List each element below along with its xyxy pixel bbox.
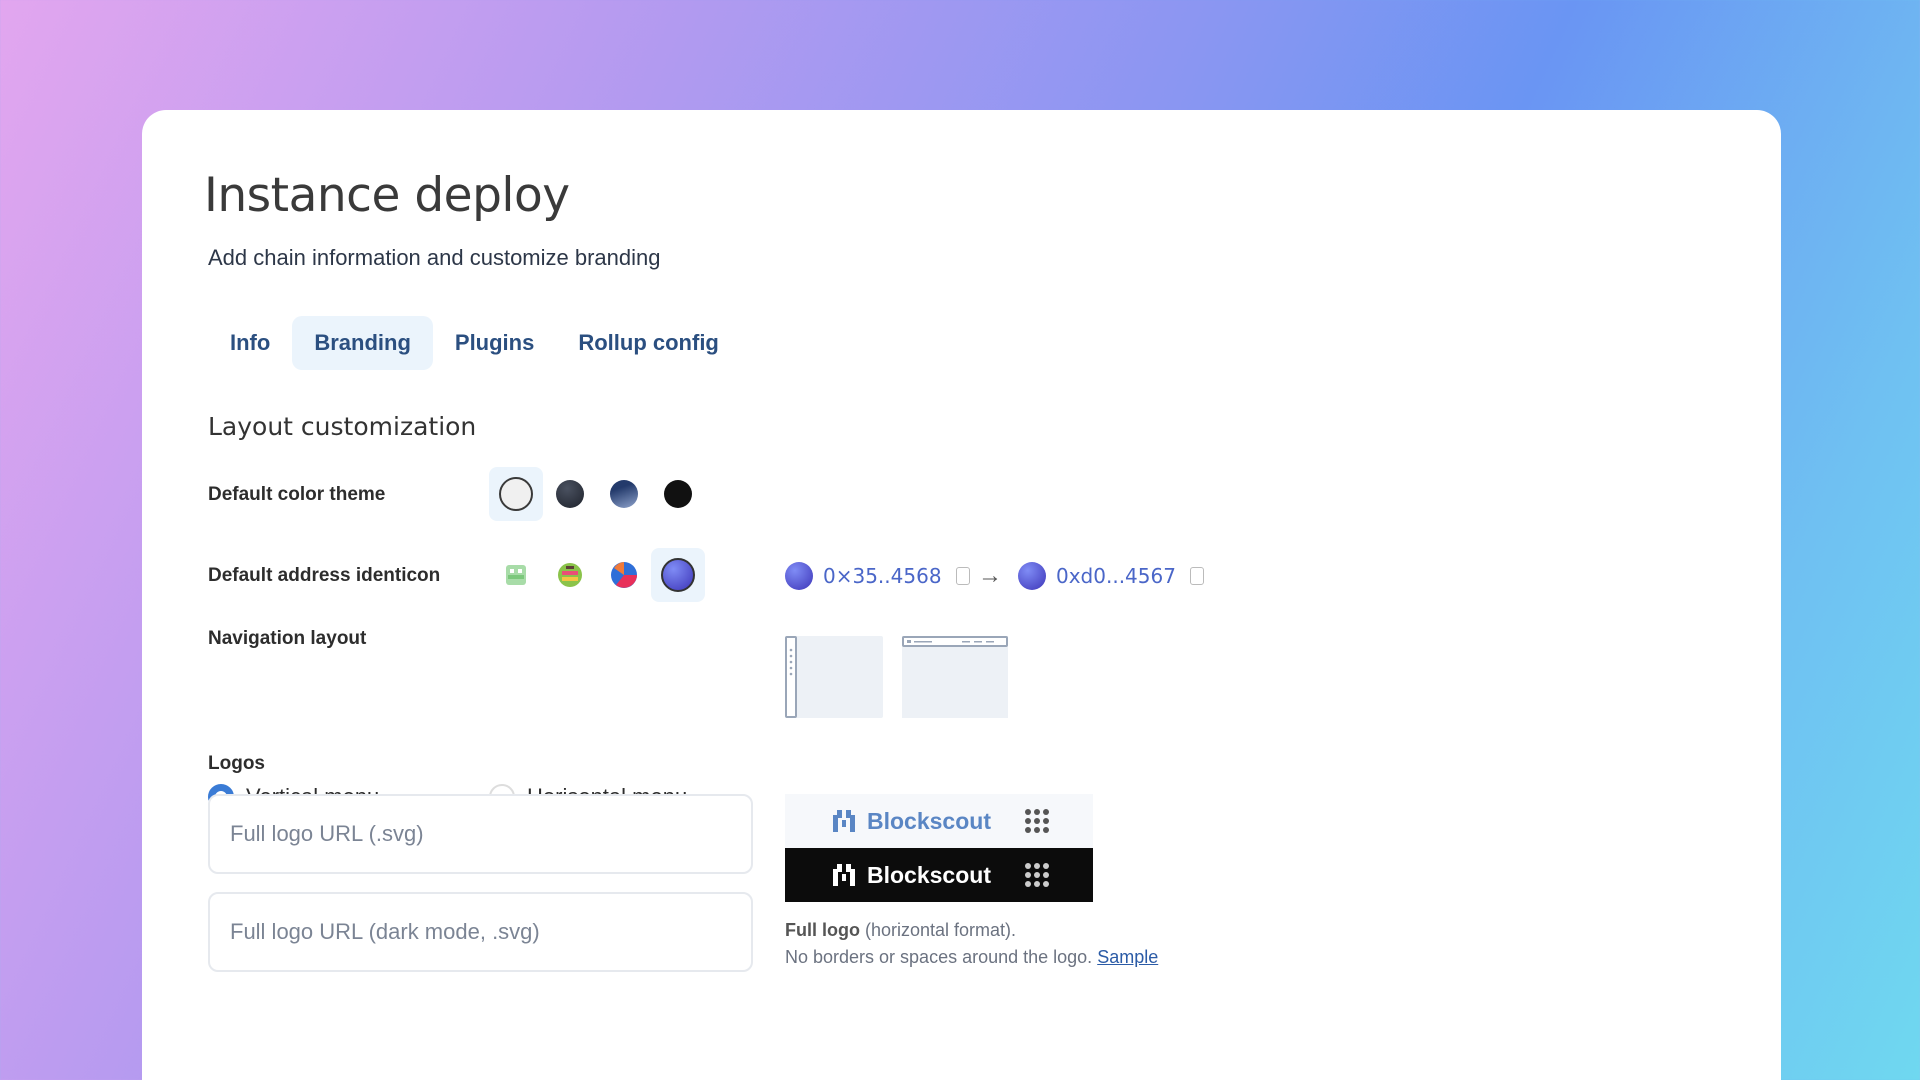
address-to: 0xd0...4567 xyxy=(1018,562,1204,590)
blockscout-logo-icon xyxy=(833,864,855,886)
address-from: 0×35..4568 xyxy=(785,562,970,590)
theme-dim-option[interactable] xyxy=(543,467,597,521)
horizontal-topbar-preview xyxy=(902,636,1008,647)
arrow-right-icon: → xyxy=(978,562,1002,589)
blockscout-logo-icon xyxy=(833,810,855,832)
color-theme-label: Default color theme xyxy=(208,484,386,505)
identicon-gradient-option[interactable] xyxy=(651,548,705,602)
logo-note-text: No borders or spaces around the logo. xyxy=(785,947,1093,967)
tab-bar: Info Branding Plugins Rollup config xyxy=(208,316,741,370)
logo-preview-light: Blockscout xyxy=(785,794,1093,848)
theme-midnight-swatch xyxy=(610,480,638,508)
address-avatar-icon xyxy=(785,562,813,590)
identicon-label: Default address identicon xyxy=(208,565,441,586)
tab-plugins[interactable]: Plugins xyxy=(433,316,556,370)
github-pixel-icon xyxy=(558,563,582,587)
color-theme-picker xyxy=(489,467,705,521)
theme-dark-swatch xyxy=(664,480,692,508)
menu-lines-icon xyxy=(907,640,994,643)
menu-dots-icon xyxy=(789,648,793,676)
identicon-blockie-option[interactable] xyxy=(597,548,651,602)
copy-icon[interactable] xyxy=(1189,567,1204,585)
logo-note-line1: Full logo (horizontal format). xyxy=(785,920,1016,941)
brand-name-light: Blockscout xyxy=(867,807,991,834)
tab-branding[interactable]: Branding xyxy=(292,316,433,370)
logo-note-rest: (horizontal format). xyxy=(859,920,1017,940)
tab-info[interactable]: Info xyxy=(208,316,292,370)
gradient-avatar-icon xyxy=(661,558,695,592)
theme-light-option[interactable] xyxy=(489,467,543,521)
deploy-card: Instance deploy Add chain information an… xyxy=(142,110,1781,1080)
logo-note-line2: No borders or spaces around the logo. Sa… xyxy=(785,947,1158,968)
vertical-sidebar-preview xyxy=(785,636,797,718)
navigation-layout-label: Navigation layout xyxy=(208,628,367,649)
logo-preview-dark: Blockscout xyxy=(785,848,1093,902)
page-subtitle: Add chain information and customize bran… xyxy=(208,245,661,270)
theme-dim-swatch xyxy=(556,480,584,508)
copy-icon[interactable] xyxy=(955,567,970,585)
logos-label: Logos xyxy=(208,753,265,774)
brand-name-dark: Blockscout xyxy=(867,861,991,888)
apps-grid-icon xyxy=(1025,809,1049,833)
blockie-icon xyxy=(611,562,637,588)
theme-dark-option[interactable] xyxy=(651,467,705,521)
identicon-github-option[interactable] xyxy=(543,548,597,602)
sample-link[interactable]: Sample xyxy=(1097,947,1158,967)
address-to-text: 0xd0...4567 xyxy=(1056,564,1176,588)
address-from-text: 0×35..4568 xyxy=(823,564,942,588)
apps-grid-icon xyxy=(1025,863,1049,887)
jazzicon-icon xyxy=(506,565,526,585)
vertical-layout-preview xyxy=(785,636,883,718)
page-title: Instance deploy xyxy=(204,168,570,223)
identicon-jazzicon-option[interactable] xyxy=(489,548,543,602)
full-logo-dark-url-input[interactable] xyxy=(208,892,753,972)
theme-light-swatch xyxy=(499,477,533,511)
section-title: Layout customization xyxy=(208,412,477,441)
full-logo-url-input[interactable] xyxy=(208,794,753,874)
logo-note-bold: Full logo xyxy=(785,920,860,940)
identicon-picker xyxy=(489,548,705,602)
theme-midnight-option[interactable] xyxy=(597,467,651,521)
tab-rollup-config[interactable]: Rollup config xyxy=(556,316,741,370)
address-avatar-icon xyxy=(1018,562,1046,590)
horizontal-layout-preview xyxy=(902,636,1008,718)
